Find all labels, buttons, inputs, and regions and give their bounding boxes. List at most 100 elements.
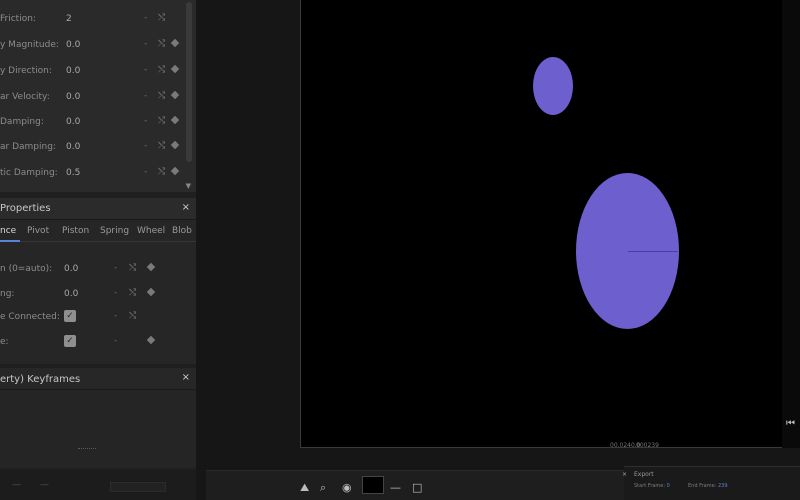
- property-label: ng:: [0, 289, 15, 299]
- export-panel: × Export Start Frame: 0 End Frame: 239: [622, 466, 800, 500]
- keyframe-icon[interactable]: [146, 335, 156, 345]
- enable-checkbox[interactable]: ✓: [64, 335, 76, 347]
- property-value[interactable]: 0.0: [66, 92, 80, 102]
- reset-icon[interactable]: -: [144, 65, 147, 75]
- reset-icon[interactable]: -: [144, 167, 147, 177]
- property-row-velocity-direction: y Direction: 0.0 - ⤭: [0, 64, 180, 80]
- randomize-icon[interactable]: ⤭: [158, 141, 165, 151]
- panel-title: erty) Keyframes: [0, 374, 81, 385]
- property-value[interactable]: 0.0: [66, 117, 80, 127]
- property-label: Damping:: [0, 117, 44, 127]
- tab-distance[interactable]: nce: [0, 226, 16, 236]
- reset-icon[interactable]: -: [114, 288, 117, 298]
- property-row-velocity-magnitude: y Magnitude: 0.0 - ⤭: [0, 38, 180, 54]
- reset-icon[interactable]: -: [144, 141, 147, 151]
- start-frame-value[interactable]: 0: [667, 483, 670, 489]
- reset-icon[interactable]: -: [114, 336, 117, 346]
- randomize-icon[interactable]: ⤭: [129, 311, 136, 321]
- resize-grip[interactable]: [78, 448, 96, 450]
- property-row-friction: Friction: 2 - ⤭: [0, 12, 180, 28]
- keyframe-icon[interactable]: [170, 115, 180, 125]
- property-row-elastic-damping: tic Damping: 0.5 - ⤭: [0, 166, 180, 182]
- property-value[interactable]: 0.5: [66, 168, 80, 178]
- property-label: ar Damping:: [0, 142, 56, 152]
- randomize-icon[interactable]: ⤭: [158, 13, 165, 23]
- property-value[interactable]: 0.0: [66, 40, 80, 50]
- reset-icon[interactable]: -: [144, 13, 147, 23]
- remove-icon[interactable]: —: [12, 480, 21, 490]
- scroll-down-icon[interactable]: ▼: [186, 182, 191, 190]
- end-frame-field: End Frame: 239: [688, 483, 728, 489]
- randomize-icon[interactable]: ⤭: [129, 288, 136, 298]
- reset-icon[interactable]: -: [114, 263, 117, 273]
- reset-icon[interactable]: -: [114, 311, 117, 321]
- keyframes-panel: erty) Keyframes ×: [0, 368, 196, 468]
- randomize-icon[interactable]: ⤭: [158, 65, 165, 75]
- randomize-icon[interactable]: ⤭: [158, 116, 165, 126]
- close-icon[interactable]: ×: [182, 202, 190, 213]
- joint-tabs: nce Pivot Piston Spring Wheel Blob: [0, 222, 196, 242]
- zoom-icon[interactable]: ⌕: [320, 481, 326, 495]
- viewport-right-bar: [782, 0, 800, 448]
- tab-spring[interactable]: Spring: [100, 226, 129, 236]
- reset-icon[interactable]: -: [144, 91, 147, 101]
- property-label: Friction:: [0, 14, 36, 24]
- end-frame-value[interactable]: 239: [718, 483, 728, 489]
- close-icon[interactable]: ×: [622, 471, 627, 478]
- randomize-icon[interactable]: ⤭: [158, 91, 165, 101]
- tab-blob[interactable]: Blob: [172, 226, 192, 236]
- randomize-icon[interactable]: ⤭: [158, 39, 165, 49]
- property-label: n (0=auto):: [0, 264, 53, 274]
- left-panel-column: Friction: 2 - ⤭ y Magnitude: 0.0 - ⤭ y D…: [0, 0, 196, 500]
- keyframe-field[interactable]: [110, 482, 166, 492]
- panel-header: Properties ×: [0, 198, 196, 220]
- remove-icon[interactable]: —: [40, 480, 49, 490]
- panel-splitter[interactable]: [196, 0, 206, 500]
- rectangle-tool-icon[interactable]: □: [412, 481, 422, 494]
- reset-icon[interactable]: -: [144, 116, 147, 126]
- panel-scrollbar[interactable]: [186, 2, 192, 162]
- color-swatch[interactable]: [362, 476, 384, 494]
- close-icon[interactable]: ×: [182, 372, 190, 383]
- tab-wheel[interactable]: Wheel: [137, 226, 165, 236]
- playback-controls: ⏮: [786, 418, 795, 429]
- keyframe-icon[interactable]: [146, 287, 156, 297]
- property-value[interactable]: 2: [66, 14, 72, 24]
- keyframe-icon[interactable]: [170, 38, 180, 48]
- property-value[interactable]: 0.0: [64, 289, 78, 299]
- start-frame-field: Start Frame: 0: [634, 483, 670, 489]
- randomize-icon[interactable]: ⤭: [158, 167, 165, 177]
- property-row-damping: Damping: 0.0 - ⤭: [0, 115, 180, 131]
- panel-header: erty) Keyframes ×: [0, 368, 196, 390]
- end-frame-label: End Frame:: [688, 483, 717, 489]
- property-row-length: n (0=auto): 0.0 - ⤭: [0, 262, 180, 278]
- tab-piston[interactable]: Piston: [62, 226, 89, 236]
- line-tool-icon[interactable]: —: [390, 481, 401, 494]
- total-frames: 000239: [636, 442, 659, 449]
- reset-icon[interactable]: -: [144, 39, 147, 49]
- keyframe-icon[interactable]: [170, 140, 180, 150]
- mountain-icon[interactable]: ⛰: [300, 481, 309, 495]
- property-label: e Connected:: [0, 312, 60, 322]
- keyframe-icon[interactable]: [170, 166, 180, 176]
- export-title: Export: [634, 471, 654, 478]
- skip-start-icon[interactable]: ⏮: [786, 418, 795, 429]
- property-row-enable: e: ✓ -: [0, 335, 180, 351]
- eye-icon[interactable]: ◉: [342, 481, 352, 494]
- keyframe-icon[interactable]: [170, 64, 180, 74]
- property-row-angular-damping: ar Damping: 0.0 - ⤭: [0, 140, 180, 156]
- physics-properties-panel: Friction: 2 - ⤭ y Magnitude: 0.0 - ⤭ y D…: [0, 0, 196, 192]
- property-label: ar Velocity:: [0, 92, 50, 102]
- property-label: y Magnitude:: [0, 40, 59, 50]
- keyframe-icon[interactable]: [170, 90, 180, 100]
- keyframe-icon[interactable]: [146, 262, 156, 272]
- property-value[interactable]: 0.0: [64, 264, 78, 274]
- tab-pivot[interactable]: Pivot: [27, 226, 49, 236]
- property-value[interactable]: 0.0: [66, 66, 80, 76]
- panel-title: Properties: [0, 203, 51, 214]
- small-circle-body[interactable]: [533, 57, 573, 115]
- collide-connected-checkbox[interactable]: ✓: [64, 310, 76, 322]
- randomize-icon[interactable]: ⤭: [129, 263, 136, 273]
- property-row-angular-velocity: ar Velocity: 0.0 - ⤭: [0, 90, 180, 106]
- property-value[interactable]: 0.0: [66, 142, 80, 152]
